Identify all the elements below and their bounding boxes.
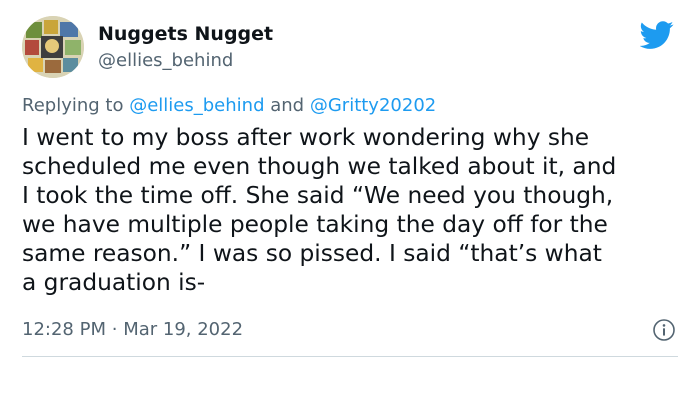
tweet-body-line: same reason.” I was so pissed. I said “t… <box>22 239 602 267</box>
reply-context: Replying to @ellies_behind and @Gritty20… <box>22 94 436 118</box>
tweet-body-line: we have multiple people taking the day o… <box>22 210 608 238</box>
twitter-bird-icon[interactable] <box>640 18 674 52</box>
tweet-body-line: a graduation is- <box>22 268 206 296</box>
timestamp-separator: · <box>111 319 118 340</box>
author-handle[interactable]: @ellies_behind <box>98 49 273 73</box>
reply-joiner: and <box>270 95 305 116</box>
tweet-timestamp[interactable]: 12:28 PM · Mar 19, 2022 <box>22 318 243 342</box>
reply-mention-1[interactable]: @ellies_behind <box>129 95 264 116</box>
tweet-body-line: I went to my boss after work wondering w… <box>22 124 590 151</box>
reply-prefix: Replying to <box>22 95 124 116</box>
tweet-card: Nuggets Nugget @ellies_behind Replying t… <box>0 0 700 410</box>
tweet-body: I went to my boss after work wondering w… <box>22 124 682 297</box>
divider <box>22 356 678 357</box>
author-names: Nuggets Nugget @ellies_behind <box>98 22 273 73</box>
avatar[interactable] <box>22 16 84 78</box>
tweet-header: Nuggets Nugget @ellies_behind <box>22 16 682 80</box>
tweet-body-line: scheduled me even though we talked about… <box>22 152 617 180</box>
tweet-date: Mar 19, 2022 <box>123 319 244 340</box>
author-display-name[interactable]: Nuggets Nugget <box>98 22 273 46</box>
reply-mention-2[interactable]: @Gritty20202 <box>310 95 436 116</box>
info-icon[interactable] <box>652 318 676 342</box>
avatar-image <box>22 16 84 78</box>
tweet-body-line: I took the time off. She said “We need y… <box>22 181 614 209</box>
tweet-time: 12:28 PM <box>22 319 106 340</box>
